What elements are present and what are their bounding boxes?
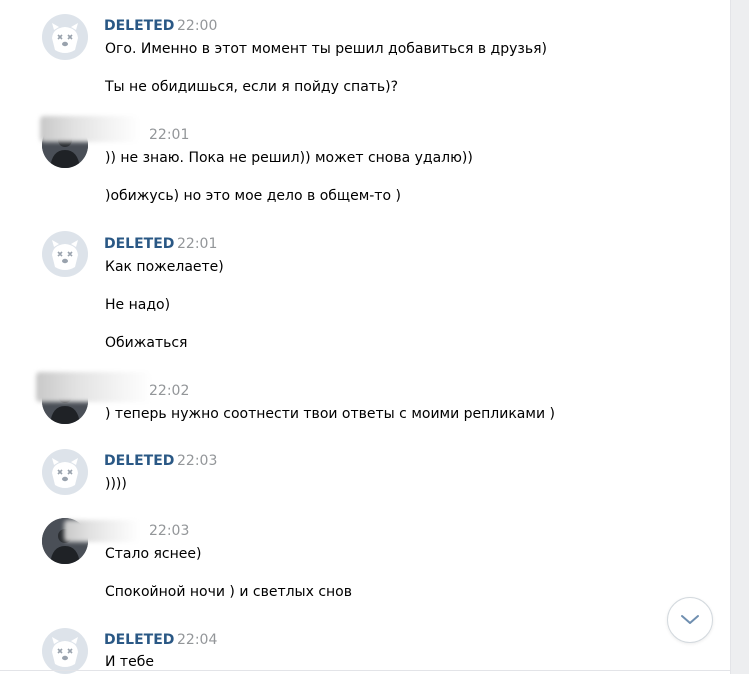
message-time[interactable]: 22:01	[149, 126, 189, 144]
deleted-user-avatar[interactable]	[42, 231, 88, 277]
chevron-down-icon	[681, 615, 699, 624]
blurred-author-name	[36, 372, 152, 402]
message-text: Спокойной ночи ) и светлых снов	[105, 584, 353, 600]
deleted-dog-avatar-icon	[52, 23, 78, 53]
deleted-user-avatar[interactable]	[42, 449, 88, 495]
message-text: Стало яснее)	[105, 546, 202, 562]
deleted-dog-avatar-icon	[52, 240, 78, 270]
composer-divider	[0, 670, 730, 671]
message-time[interactable]: 22:02	[149, 382, 189, 400]
message-time[interactable]: 22:00	[177, 17, 217, 35]
chat-history: DELETED 22:00 Ого. Именно в этот момент …	[0, 0, 731, 674]
message-author[interactable]: DELETED	[104, 631, 174, 649]
deleted-user-avatar[interactable]	[42, 628, 88, 674]
message-author[interactable]: DELETED	[104, 17, 174, 35]
message-author[interactable]: DELETED	[104, 235, 174, 253]
message-text: Ого. Именно в этот момент ты решил добав…	[105, 41, 547, 57]
deleted-dog-avatar-icon	[52, 458, 78, 488]
message-text: Не надо)	[105, 297, 171, 313]
message-time[interactable]: 22:03	[177, 452, 217, 470]
message-text: )) не знаю. Пока не решил)) может снова …	[105, 150, 473, 166]
message-time[interactable]: 22:04	[177, 631, 217, 649]
message-time[interactable]: 22:03	[149, 522, 189, 540]
message-text: )обижусь) но это мое дело в общем-то )	[105, 188, 401, 204]
blurred-author-name	[64, 520, 140, 542]
message-text: Как пожелаете)	[105, 259, 224, 275]
scrollbar-track[interactable]	[731, 0, 749, 674]
message-text: Ты не обидишься, если я пойду спать)?	[105, 79, 399, 95]
message-text: ))))	[105, 476, 127, 492]
message-text: ) теперь нужно соотнести твои ответы с м…	[105, 406, 555, 422]
deleted-user-avatar[interactable]	[42, 14, 88, 60]
scroll-down-button[interactable]	[667, 597, 713, 643]
message-author[interactable]: DELETED	[104, 452, 174, 470]
blurred-author-name	[40, 116, 140, 142]
deleted-dog-avatar-icon	[52, 637, 78, 667]
message-text: И тебе	[105, 654, 154, 670]
message-text: Обижаться	[105, 335, 188, 351]
message-time[interactable]: 22:01	[177, 235, 217, 253]
